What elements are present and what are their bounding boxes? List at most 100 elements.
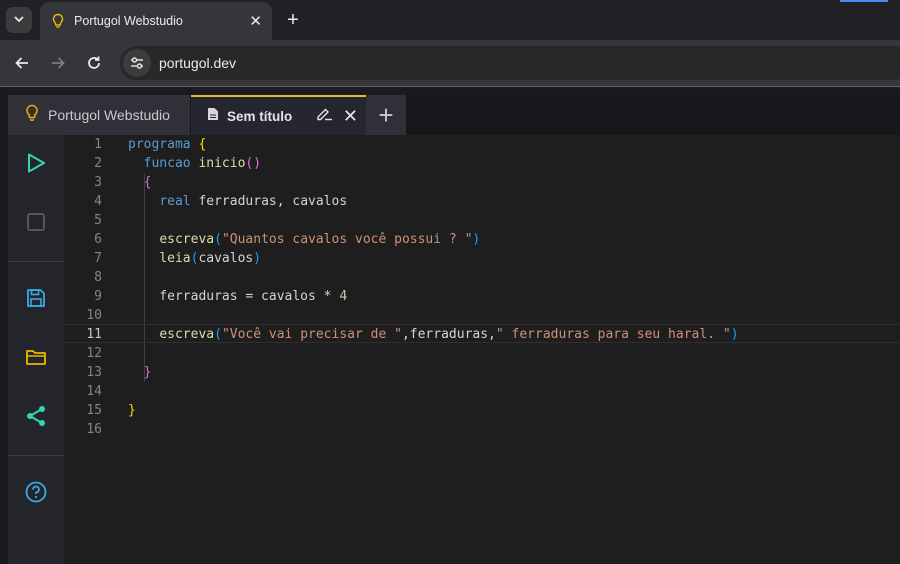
browser-tab-title: Portugol Webstudio bbox=[74, 14, 183, 28]
code-token: escreva bbox=[159, 327, 215, 342]
browser-tab-portugol[interactable]: Portugol Webstudio ✕ bbox=[40, 2, 272, 40]
reload-button[interactable] bbox=[81, 50, 107, 76]
line-number: 1 bbox=[94, 137, 102, 152]
run-icon bbox=[28, 153, 45, 173]
code-line[interactable]: 13 } bbox=[64, 363, 900, 382]
code-token: 4 bbox=[339, 289, 348, 304]
line-number: 12 bbox=[86, 346, 102, 361]
code-editor[interactable]: 1 programa {2 funcao inicio() 3 {4 real fe… bbox=[64, 135, 900, 564]
rename-pencil-icon[interactable] bbox=[316, 106, 333, 126]
code-token: " ferraduras para seu haral. " bbox=[495, 327, 731, 342]
code-line[interactable]: 5 bbox=[64, 211, 900, 230]
code-token: ( bbox=[214, 327, 222, 342]
share-button[interactable] bbox=[22, 402, 50, 430]
close-tab-icon[interactable]: ✕ bbox=[343, 106, 358, 127]
code-line[interactable]: 11 escreva("Você vai precisar de ",ferra… bbox=[64, 324, 900, 343]
window-accent-bar bbox=[840, 0, 888, 2]
code-text: } bbox=[128, 401, 136, 420]
save-button[interactable] bbox=[22, 284, 50, 312]
open-folder-button[interactable] bbox=[22, 343, 50, 371]
code-text: escreva("Quantos cavalos você possui ? "… bbox=[128, 230, 480, 249]
code-line[interactable]: 10 bbox=[64, 306, 900, 325]
lightbulb-icon bbox=[24, 104, 40, 127]
code-line[interactable]: 7 leia(cavalos) bbox=[64, 249, 900, 268]
line-number: 3 bbox=[94, 175, 102, 190]
code-text: { bbox=[128, 173, 152, 192]
tab-label: Portugol Webstudio bbox=[48, 107, 170, 123]
code-line[interactable]: 1 programa { bbox=[64, 135, 900, 154]
line-number: 16 bbox=[86, 422, 102, 437]
code-line[interactable]: 6 escreva("Quantos cavalos você possui ?… bbox=[64, 230, 900, 249]
app-tab-bar: Portugol Webstudio Sem título ✕ + bbox=[8, 95, 900, 135]
code-line[interactable]: 16 bbox=[64, 420, 900, 439]
close-tab-icon[interactable]: ✕ bbox=[249, 12, 262, 30]
code-line[interactable]: 12 bbox=[64, 344, 900, 363]
help-button[interactable] bbox=[22, 478, 50, 506]
line-number: 14 bbox=[86, 384, 102, 399]
code-line[interactable]: 4 real ferraduras, cavalos bbox=[64, 192, 900, 211]
add-tab-button[interactable]: + bbox=[366, 95, 406, 135]
new-tab-button[interactable]: + bbox=[280, 6, 306, 34]
app-frame-top bbox=[0, 87, 900, 95]
code-token: programa bbox=[128, 137, 191, 152]
code-token: funcao bbox=[143, 156, 191, 171]
code-line[interactable]: 9 ferraduras = cavalos * 4 bbox=[64, 287, 900, 306]
tab-label: Sem título bbox=[227, 108, 293, 124]
line-number: 5 bbox=[94, 213, 102, 228]
code-token: leia bbox=[159, 251, 191, 266]
line-number: 13 bbox=[86, 365, 102, 380]
run-button[interactable] bbox=[22, 149, 50, 177]
code-token: () bbox=[245, 156, 262, 171]
code-token: { bbox=[198, 137, 207, 152]
stop-button[interactable] bbox=[22, 208, 50, 236]
code-token: ) bbox=[472, 232, 481, 247]
back-button[interactable] bbox=[9, 50, 35, 76]
address-bar[interactable]: portugol.dev bbox=[120, 46, 900, 80]
line-number: 2 bbox=[94, 156, 102, 171]
line-number: 7 bbox=[94, 251, 102, 266]
code-line[interactable]: 15} bbox=[64, 401, 900, 420]
code-line[interactable]: 8 bbox=[64, 268, 900, 287]
code-text: ferraduras = cavalos * 4 bbox=[128, 287, 347, 306]
stop-icon bbox=[27, 213, 45, 231]
sidebar bbox=[8, 135, 64, 564]
tune-icon bbox=[131, 57, 143, 69]
code-token: } bbox=[128, 403, 136, 418]
chevron-down-icon bbox=[13, 13, 25, 28]
tab-sem-titulo[interactable]: Sem título ✕ bbox=[191, 95, 366, 135]
arrow-left-icon bbox=[15, 57, 28, 69]
code-token: ( bbox=[214, 232, 222, 247]
line-number: 4 bbox=[94, 194, 102, 209]
site-info-button[interactable] bbox=[123, 49, 151, 77]
code-token: } bbox=[143, 365, 152, 380]
forward-button[interactable] bbox=[45, 50, 71, 76]
tab-portugol-webstudio[interactable]: Portugol Webstudio bbox=[8, 95, 190, 135]
save-icon bbox=[27, 289, 45, 307]
code-text: real ferraduras, cavalos bbox=[128, 192, 347, 211]
code-token: cavalos bbox=[198, 251, 254, 266]
code-token: { bbox=[143, 175, 152, 190]
tab-search-button[interactable] bbox=[6, 7, 32, 33]
code-token: "Você vai precisar de " bbox=[221, 327, 402, 342]
code-line[interactable]: 3 { bbox=[64, 173, 900, 192]
help-icon bbox=[25, 481, 47, 503]
code-line[interactable]: 2 funcao inicio() bbox=[64, 154, 900, 173]
code-token: ferraduras = cavalos * bbox=[128, 289, 340, 304]
code-token: real bbox=[159, 194, 191, 209]
code-line[interactable]: 14 bbox=[64, 382, 900, 401]
code-token: "Quantos cavalos você possui ? " bbox=[221, 232, 473, 247]
arrow-right-icon bbox=[52, 57, 65, 69]
line-number: 8 bbox=[94, 270, 102, 285]
line-number: 15 bbox=[86, 403, 102, 418]
code-token: ,ferraduras, bbox=[401, 327, 496, 342]
code-token: escreva bbox=[159, 232, 215, 247]
sidebar-divider bbox=[8, 455, 64, 456]
code-text: } bbox=[128, 363, 152, 382]
file-icon bbox=[207, 107, 219, 126]
